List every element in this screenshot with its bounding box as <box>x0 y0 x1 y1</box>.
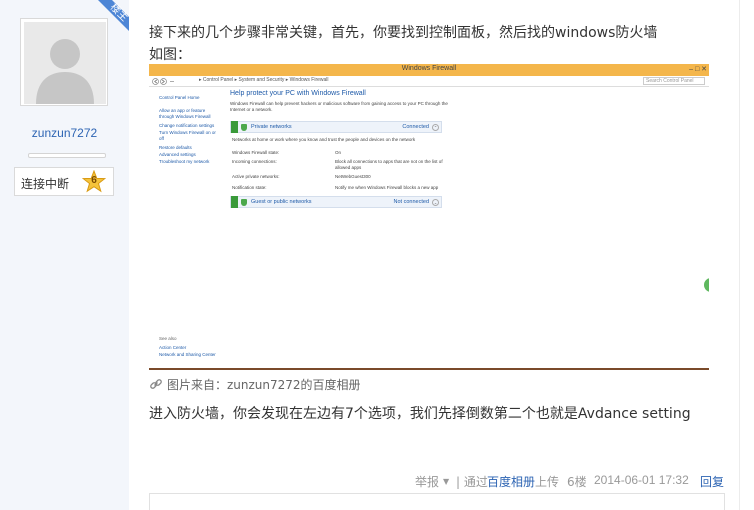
page-scrollbar[interactable] <box>739 0 754 510</box>
via-prefix: | 通过 <box>456 475 488 489</box>
public-networks-header: Guest or public networks Not connected ⌄ <box>230 196 442 208</box>
level-name: 连接中断 <box>21 177 70 191</box>
see-also-action-center: Action Center <box>159 345 187 350</box>
image-bottom-rule <box>149 368 709 370</box>
address-bar: ▸ Control Panel ▸ System and Security ▸ … <box>149 76 709 87</box>
report-link[interactable]: 举报 <box>415 473 439 490</box>
private-networks-label: Private networks <box>251 124 292 130</box>
scroll-indicator <box>704 278 709 292</box>
author-panel: 楼主 zunzun7272 连接中断 6 <box>0 0 129 510</box>
window-controls: – □ ✕ <box>689 66 707 73</box>
reply-button[interactable]: 回复 <box>700 473 724 490</box>
post-page: 楼主 zunzun7272 连接中断 6 接下来的几个步骤非常关键，首先，你要找… <box>0 0 754 510</box>
sidebar-item-6: Restore defaults <box>159 145 192 150</box>
address-path: ▸ Control Panel ▸ System and Security ▸ … <box>199 77 329 83</box>
status-bar <box>231 196 238 208</box>
see-also-label: See also <box>159 336 177 341</box>
level-number: 6 <box>91 175 97 186</box>
firewall-state-value: On <box>335 150 342 155</box>
private-networks-note: Networks at home or work where you know … <box>232 137 416 142</box>
sidebar-item-4: Turn Windows Firewall on or <box>159 130 216 135</box>
window-title: Windows Firewall <box>401 65 457 72</box>
sidebar-item-5: off <box>159 136 164 141</box>
see-also-network-center: Network and Sharing Center <box>159 352 216 357</box>
shield-icon <box>241 124 247 131</box>
reply-box[interactable] <box>149 493 725 510</box>
shield-icon <box>241 199 247 206</box>
thread-starter-badge: 楼主 <box>86 0 129 43</box>
username-link[interactable]: zunzun7272 <box>0 126 129 140</box>
via-suffix: 上传 <box>535 475 560 489</box>
sidebar-item-1: Allow an app or feature <box>159 108 206 113</box>
private-networks-header: Private networks Connected ⌃ <box>230 121 442 133</box>
post-text-line-3: 进入防火墙，你会发现在左边有7个选项，我们先择倒数第二个也就是Avdance s… <box>149 406 691 422</box>
window-titlebar: Windows Firewall – □ ✕ <box>149 64 709 76</box>
chevron-down-icon[interactable]: ▼ <box>443 477 449 486</box>
experience-bar <box>28 153 106 158</box>
image-source-caption[interactable]: 图片来自：zunzun7272的百度相册 <box>167 376 361 393</box>
search-box: Search Control Panel <box>643 77 705 85</box>
collapse-icon: ⌃ <box>432 124 439 131</box>
sidebar-item-0: Control Panel Home <box>159 95 200 100</box>
notification-state-label: Notification state: <box>232 185 267 190</box>
incoming-connections-label: Incoming connections: <box>232 159 277 164</box>
post-text-line-1: 接下来的几个步骤非常关键，首先，你要找到控制面板，然后找的windows防火墙 <box>149 25 658 41</box>
link-icon <box>150 379 162 389</box>
nav-arrows-icon <box>152 78 174 85</box>
firewall-description: Windows Firewall can help prevent hacker… <box>230 101 448 112</box>
sidebar-item-8: Troubleshoot my network <box>159 159 210 164</box>
level-badge[interactable]: 连接中断 6 <box>14 167 114 196</box>
post-text-line-2: 如图： <box>149 47 191 63</box>
incoming-connections-value: Block all connections to apps that are n… <box>335 159 443 170</box>
expand-icon: ⌄ <box>432 199 439 206</box>
private-networks-status: Connected <box>402 124 429 130</box>
post-timestamp: 2014-06-01 17:32 <box>594 473 689 487</box>
public-networks-label: Guest or public networks <box>251 199 312 205</box>
notification-state-value: Notify me when Windows Firewall blocks a… <box>335 185 439 190</box>
sidebar-item-7: Advanced settings <box>159 152 196 157</box>
active-networks-value: NetWebGuest300 <box>335 174 371 179</box>
floor-number: 6楼 <box>567 475 587 489</box>
status-bar <box>231 121 238 133</box>
post-image[interactable]: Windows Firewall – □ ✕ ▸ Control Panel ▸… <box>149 64 709 370</box>
firewall-heading: Help protect your PC with Windows Firewa… <box>230 90 366 97</box>
album-link[interactable]: 百度相册 <box>487 473 535 490</box>
firewall-state-label: Windows Firewall state: <box>232 150 280 155</box>
public-networks-status: Not connected <box>393 199 429 205</box>
sidebar-item-3: Change notification settings <box>159 123 215 128</box>
sidebar-item-2: through Windows Firewall <box>159 114 211 119</box>
active-networks-label: Active private networks: <box>232 174 280 179</box>
